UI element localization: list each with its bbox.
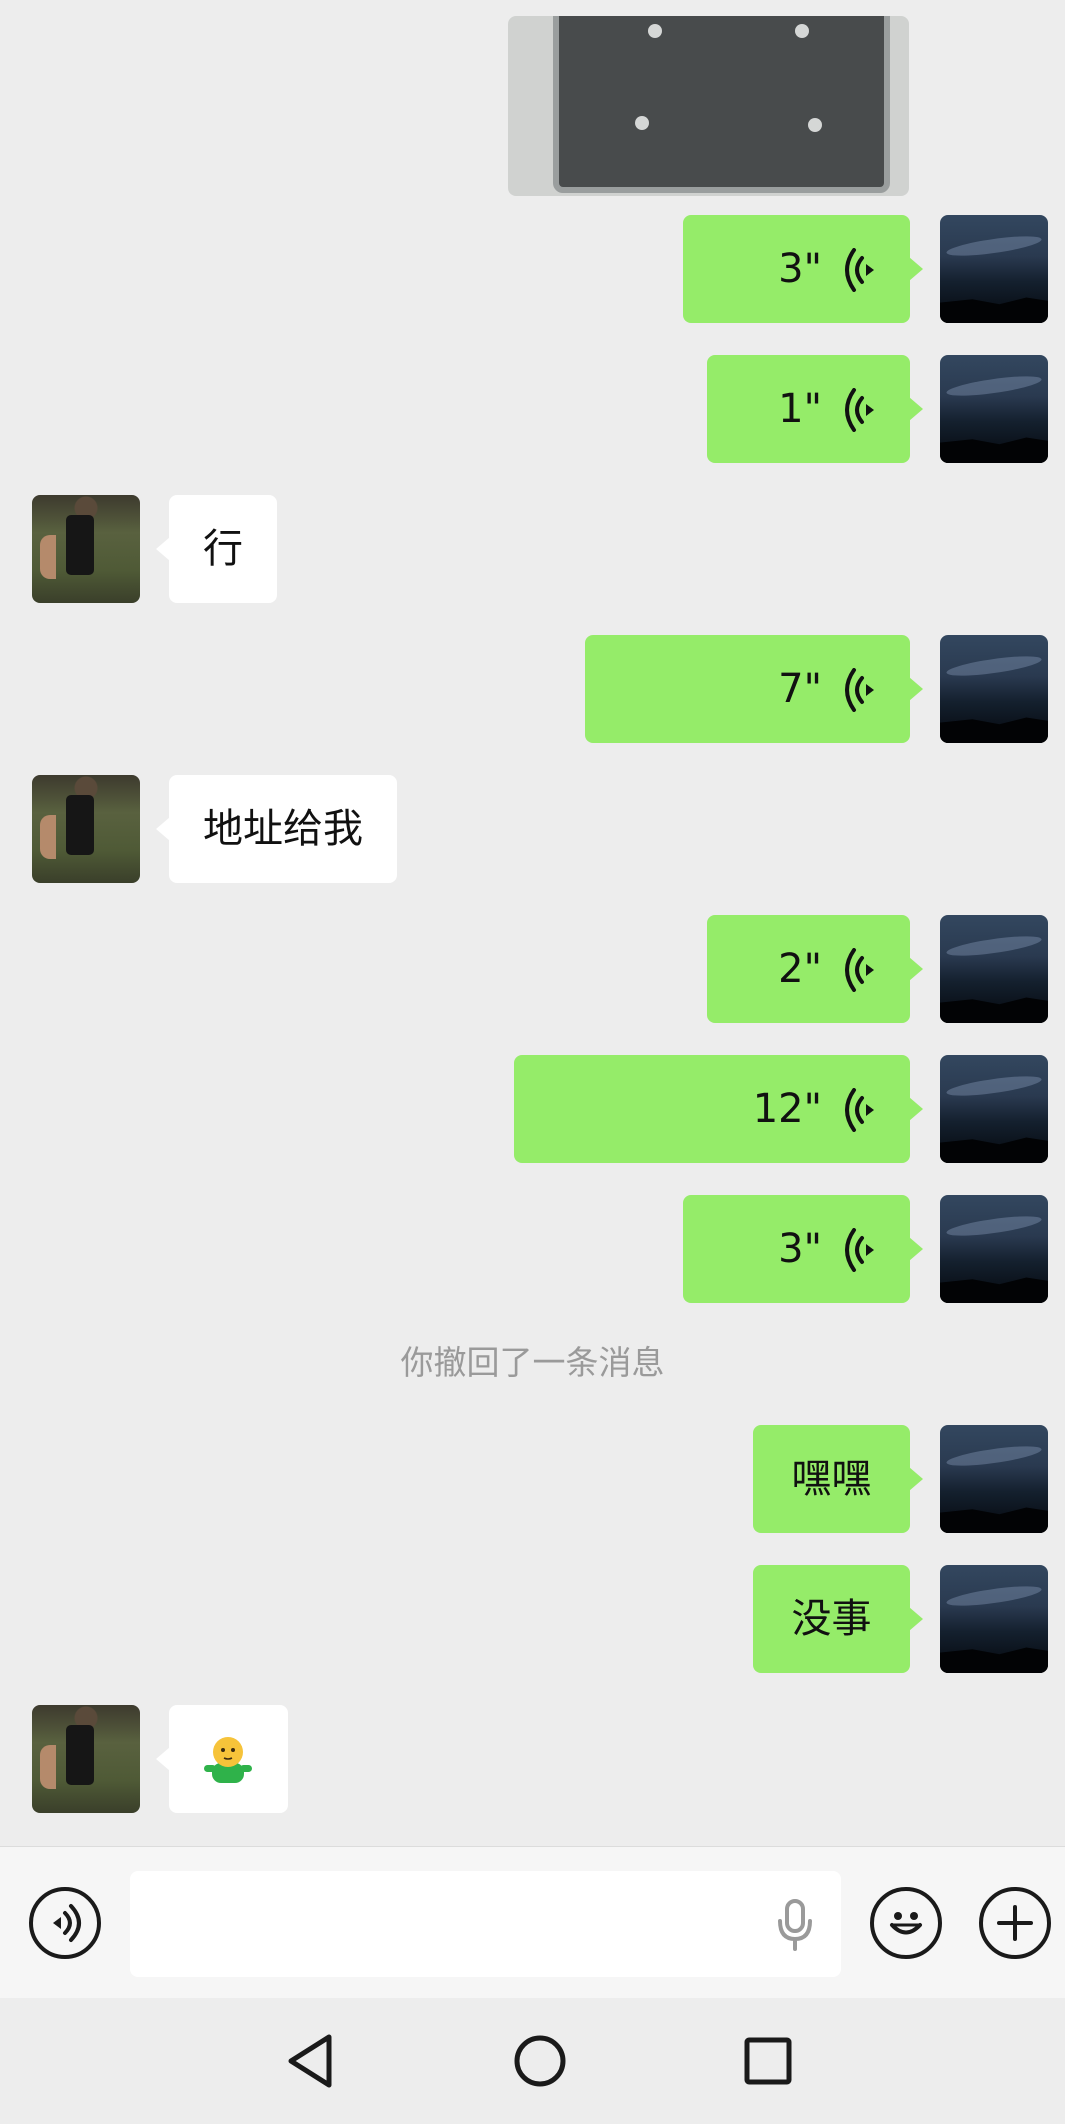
more-actions-button[interactable]	[979, 1887, 1051, 1959]
voice-duration: 12"	[752, 1086, 822, 1132]
message-row-voice: 1"	[0, 355, 1065, 463]
voice-duration: 7"	[778, 666, 822, 712]
contact-avatar[interactable]	[32, 495, 140, 603]
contact-avatar[interactable]	[32, 775, 140, 883]
image-message[interactable]	[508, 16, 909, 196]
nav-home-button[interactable]	[510, 2031, 570, 2091]
message-row-voice: 7"	[0, 635, 1065, 743]
voice-wave-icon	[842, 635, 878, 743]
message-row-voice: 12"	[0, 1055, 1065, 1163]
my-avatar[interactable]	[940, 355, 1048, 463]
image-detail	[648, 24, 662, 38]
home-circle-icon	[514, 2035, 566, 2087]
message-row-text: 没事	[0, 1565, 1065, 1673]
voice-wave-icon	[842, 215, 878, 323]
chat-message-list[interactable]: 3" 1" 行 7" 地址给我 2" 12" 3" 你撤回了一条消息 嘿嘿 没事	[0, 0, 1065, 1846]
voice-duration: 2"	[778, 946, 822, 992]
recents-square-icon	[744, 2037, 792, 2085]
my-avatar[interactable]	[940, 1055, 1048, 1163]
voice-message-bubble[interactable]: 3"	[683, 1195, 923, 1303]
text-message-bubble[interactable]: 地址给我	[156, 775, 397, 883]
text-message-bubble[interactable]: 嘿嘿	[753, 1425, 923, 1533]
nav-recents-button[interactable]	[738, 2031, 798, 2091]
message-row-voice: 2"	[0, 915, 1065, 1023]
voice-mode-icon	[53, 1904, 81, 1942]
image-content	[553, 16, 890, 193]
emoji-button[interactable]	[870, 1887, 942, 1959]
voice-wave-icon	[842, 915, 878, 1023]
voice-message-bubble[interactable]: 2"	[707, 915, 923, 1023]
message-row-voice: 3"	[0, 215, 1065, 323]
voice-message-bubble[interactable]: 12"	[514, 1055, 923, 1163]
message-row-emoji	[0, 1705, 1065, 1813]
voice-mode-button[interactable]	[29, 1887, 101, 1959]
nav-back-button[interactable]	[280, 2031, 340, 2091]
text-message-bubble[interactable]: 行	[156, 495, 277, 603]
voice-duration: 1"	[778, 386, 822, 432]
plus-icon	[997, 1905, 1033, 1941]
recalled-message-notice: 你撤回了一条消息	[400, 1343, 665, 1382]
voice-duration: 3"	[778, 1226, 822, 1272]
back-triangle-icon	[288, 2034, 332, 2088]
voice-wave-icon	[842, 1195, 878, 1303]
emoji-message-bubble[interactable]	[156, 1705, 288, 1813]
image-detail	[795, 24, 809, 38]
my-avatar[interactable]	[940, 635, 1048, 743]
message-row-text: 嘿嘿	[0, 1425, 1065, 1533]
contact-avatar[interactable]	[32, 1705, 140, 1813]
image-detail	[635, 116, 649, 130]
my-avatar[interactable]	[940, 1425, 1048, 1533]
emoji-icon	[890, 1912, 922, 1935]
microphone-icon[interactable]	[775, 1899, 815, 1951]
voice-message-bubble[interactable]: 1"	[707, 355, 923, 463]
sticker-emoji-icon	[204, 1737, 252, 1783]
voice-wave-icon	[842, 355, 878, 463]
message-row-text: 行	[0, 495, 1065, 603]
voice-message-bubble[interactable]: 3"	[683, 215, 923, 323]
message-row-image	[0, 16, 1065, 196]
message-text-input[interactable]	[130, 1871, 841, 1977]
voice-duration: 3"	[778, 246, 822, 292]
voice-message-bubble[interactable]: 7"	[585, 635, 923, 743]
my-avatar[interactable]	[940, 915, 1048, 1023]
chat-input-bar	[0, 1846, 1065, 1998]
image-detail	[808, 118, 822, 132]
my-avatar[interactable]	[940, 1565, 1048, 1673]
my-avatar[interactable]	[940, 1195, 1048, 1303]
my-avatar[interactable]	[940, 215, 1048, 323]
system-navigation-bar	[0, 1998, 1065, 2124]
message-row-text: 地址给我	[0, 775, 1065, 883]
message-row-voice: 3"	[0, 1195, 1065, 1303]
voice-wave-icon	[842, 1055, 878, 1163]
text-message-bubble[interactable]: 没事	[753, 1565, 923, 1673]
